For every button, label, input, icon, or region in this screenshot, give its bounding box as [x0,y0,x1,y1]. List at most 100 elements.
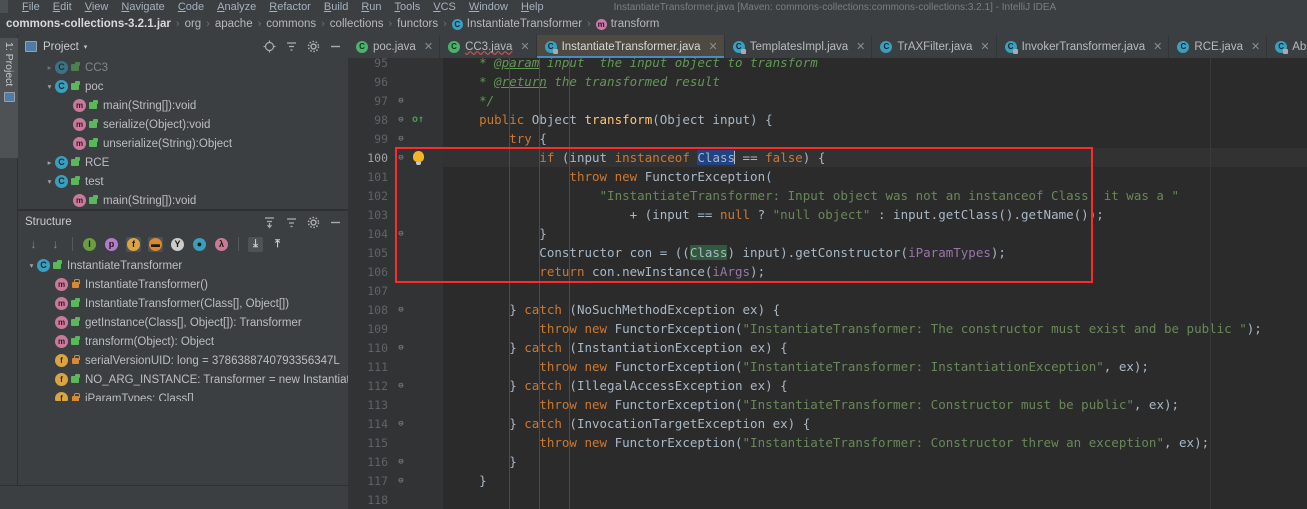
chevron-right-icon[interactable]: ▸ [44,337,55,346]
gutter-line[interactable]: 115 [348,433,443,452]
code-line[interactable]: */ [443,91,1307,110]
show-non-public-icon[interactable]: ▬ [148,236,163,252]
code-line[interactable] [443,281,1307,300]
gutter-line[interactable]: 113 [348,395,443,414]
chevron-right-icon[interactable]: ▸ [44,356,55,365]
hide-panel-icon[interactable] [329,216,342,229]
show-properties-icon[interactable]: p [104,237,119,252]
tree-node[interactable]: ▸m getInstance(Class[], Object[]): Transf… [18,313,348,332]
close-icon[interactable]: ✕ [1153,40,1162,53]
gutter-line[interactable]: 118 [348,490,443,509]
autoscroll-from-source-icon[interactable]: ⤒ [270,237,285,252]
code-line[interactable]: } catch (InstantiationException ex) { [443,338,1307,357]
code-line[interactable]: return con.newInstance(iArgs); [443,262,1307,281]
code-line[interactable]: throw new FunctorException("InstantiateT… [443,395,1307,414]
tree-node[interactable]: ▾ Cpoc [18,77,348,96]
close-icon[interactable]: ✕ [424,40,433,53]
code-fold-icon[interactable]: ⊖ [392,381,410,391]
autoscroll-to-source-icon[interactable]: ⤓ [248,236,263,252]
menu-item-code[interactable]: Code [178,2,204,13]
breadcrumb-item[interactable]: commons [266,18,316,30]
tree-node[interactable]: ▸m unserialize(String):Object [18,134,348,153]
menu-items[interactable]: File Edit View Navigate Code Analyze Refactor B… [0,2,544,13]
locate-icon[interactable] [263,40,276,53]
tree-node[interactable]: ▸m main(String[]):void [18,96,348,115]
close-icon[interactable]: ✕ [1251,40,1260,53]
chevron-down-icon[interactable]: ▾ [84,43,88,51]
gutter-line[interactable]: 105 [348,243,443,262]
code-line[interactable]: } catch (NoSuchMethodException ex) { [443,300,1307,319]
gutter-line[interactable]: 109 [348,319,443,338]
structure-toolbar[interactable]: ↓ ↓ Ip f ▬ Y ● λ ⤓ ⤒ [18,232,348,256]
close-icon[interactable]: ✕ [856,40,865,53]
menu-item-edit[interactable]: Edit [53,2,72,13]
code-line[interactable]: } [443,224,1307,243]
gutter-line[interactable]: 107 [348,281,443,300]
menu-item-navigate[interactable]: Navigate [121,2,164,13]
gutter-line[interactable]: 106 [348,262,443,281]
menu-item-analyze[interactable]: Analyze [217,2,256,13]
editor-tab-bar[interactable]: Cpoc.java ✕ C CC3.java ✕ C InstantiateTransfor… [348,35,1307,58]
breadcrumb-item[interactable]: functors [397,18,438,30]
sort-alphabetically-icon[interactable]: ↓ [48,237,63,252]
tree-node[interactable]: ▾ C InstantiateTransformer [18,256,348,275]
gutter-line[interactable]: 98 ⊖ o↑ [348,110,443,129]
code-line[interactable]: public Object transform(Object input) { [443,110,1307,129]
code-fold-icon[interactable]: ⊖ [392,343,410,353]
gutter-line[interactable]: 116 ⊖ [348,452,443,471]
expand-all-icon[interactable] [263,216,276,229]
chevron-right-icon[interactable]: ▸ [62,101,73,110]
gutter-line[interactable]: 102 [348,186,443,205]
tree-node[interactable]: ▸f NO_ARG_INSTANCE: Transformer = new Ins… [18,370,348,389]
code-line[interactable]: "InstantiateTransformer: Input object wa… [443,186,1307,205]
structure-tree[interactable]: ▾CInstantiateTransformer ▸mInstantiateTra… [18,256,348,401]
breadcrumb-item[interactable]: commons-collections-3.2.1.jar [6,18,171,30]
structure-panel-tools[interactable] [263,211,342,234]
editor-tab[interactable]: C CC3.java ✕ [440,35,537,58]
editor-tab[interactable]: C TrAXFilter.java ✕ [872,35,997,58]
tree-node[interactable]: ▸m InstantiateTransformer(Class[], Object… [18,294,348,313]
menu-item-view[interactable]: View [85,2,109,13]
show-fields-icon[interactable]: f [126,236,141,252]
gutter-line[interactable]: 112 ⊖ [348,376,443,395]
chevron-right-icon[interactable]: ▸ [44,63,55,72]
code-line[interactable] [443,490,1307,509]
code-line[interactable]: Constructor con = ((Class) input).getCon… [443,243,1307,262]
gear-icon[interactable] [307,40,320,53]
code-line[interactable]: } [443,471,1307,490]
tree-node[interactable]: ▸m serialize(Object):void [18,115,348,134]
gutter-line[interactable]: 104 ⊖ [348,224,443,243]
gutter-line[interactable]: 110 ⊖ [348,338,443,357]
gutter-line[interactable]: 111 [348,357,443,376]
chevron-right-icon[interactable]: ▸ [62,120,73,129]
breadcrumb-item[interactable]: m transform [595,18,659,30]
editor-tab[interactable]: C RCE.java ✕ [1169,35,1268,58]
code-fold-icon[interactable]: ⊖ [392,305,410,315]
code-line[interactable]: try { [443,129,1307,148]
chevron-right-icon[interactable]: ▸ [62,196,73,205]
tree-node[interactable]: ▸ C RCE [18,153,348,172]
close-icon[interactable]: ✕ [709,40,718,53]
code-line[interactable]: * @param input the input object to trans… [443,58,1307,72]
breadcrumb-item[interactable]: C InstantiateTransformer [451,18,582,30]
breadcrumb-item[interactable]: collections [330,18,384,30]
code-editor[interactable]: 95 96 97 ⊖ 98 ⊖ o↑ 99 ⊖ 100 ⊖ 101 102 103 104 ⊖ 105 106 10… [348,56,1307,509]
collapse-all-icon[interactable] [285,216,298,229]
hide-panel-icon[interactable] [329,40,342,53]
tree-node[interactable]: ▸ C CC3 [18,58,348,77]
show-lambdas-icon[interactable]: λ [214,237,229,252]
editor-tab[interactable]: C InstantiateTransformer.java ✕ [536,35,725,58]
project-panel-tools[interactable] [263,35,342,58]
menu-item-vcs[interactable]: VCS [433,2,456,13]
code-line[interactable]: * @return the transformed result [443,72,1307,91]
show-inherited-icon[interactable]: I [82,237,97,252]
code-fold-icon[interactable]: ⊖ [392,134,410,144]
breadcrumb[interactable]: commons-collections-3.2.1.jar › org › apache… [0,13,1307,35]
code-line[interactable]: } catch (InvocationTargetException ex) { [443,414,1307,433]
menu-item-window[interactable]: Window [469,2,508,13]
gutter-line[interactable]: 100 ⊖ [348,148,443,167]
menu-item-refactor[interactable]: Refactor [269,2,311,13]
editor-tab[interactable]: CAbstractTranslet✕ [1267,35,1307,58]
override-marker-icon[interactable]: o↑ [410,114,426,125]
tree-node[interactable]: ▸f iParamTypes: Class[] [18,389,348,401]
